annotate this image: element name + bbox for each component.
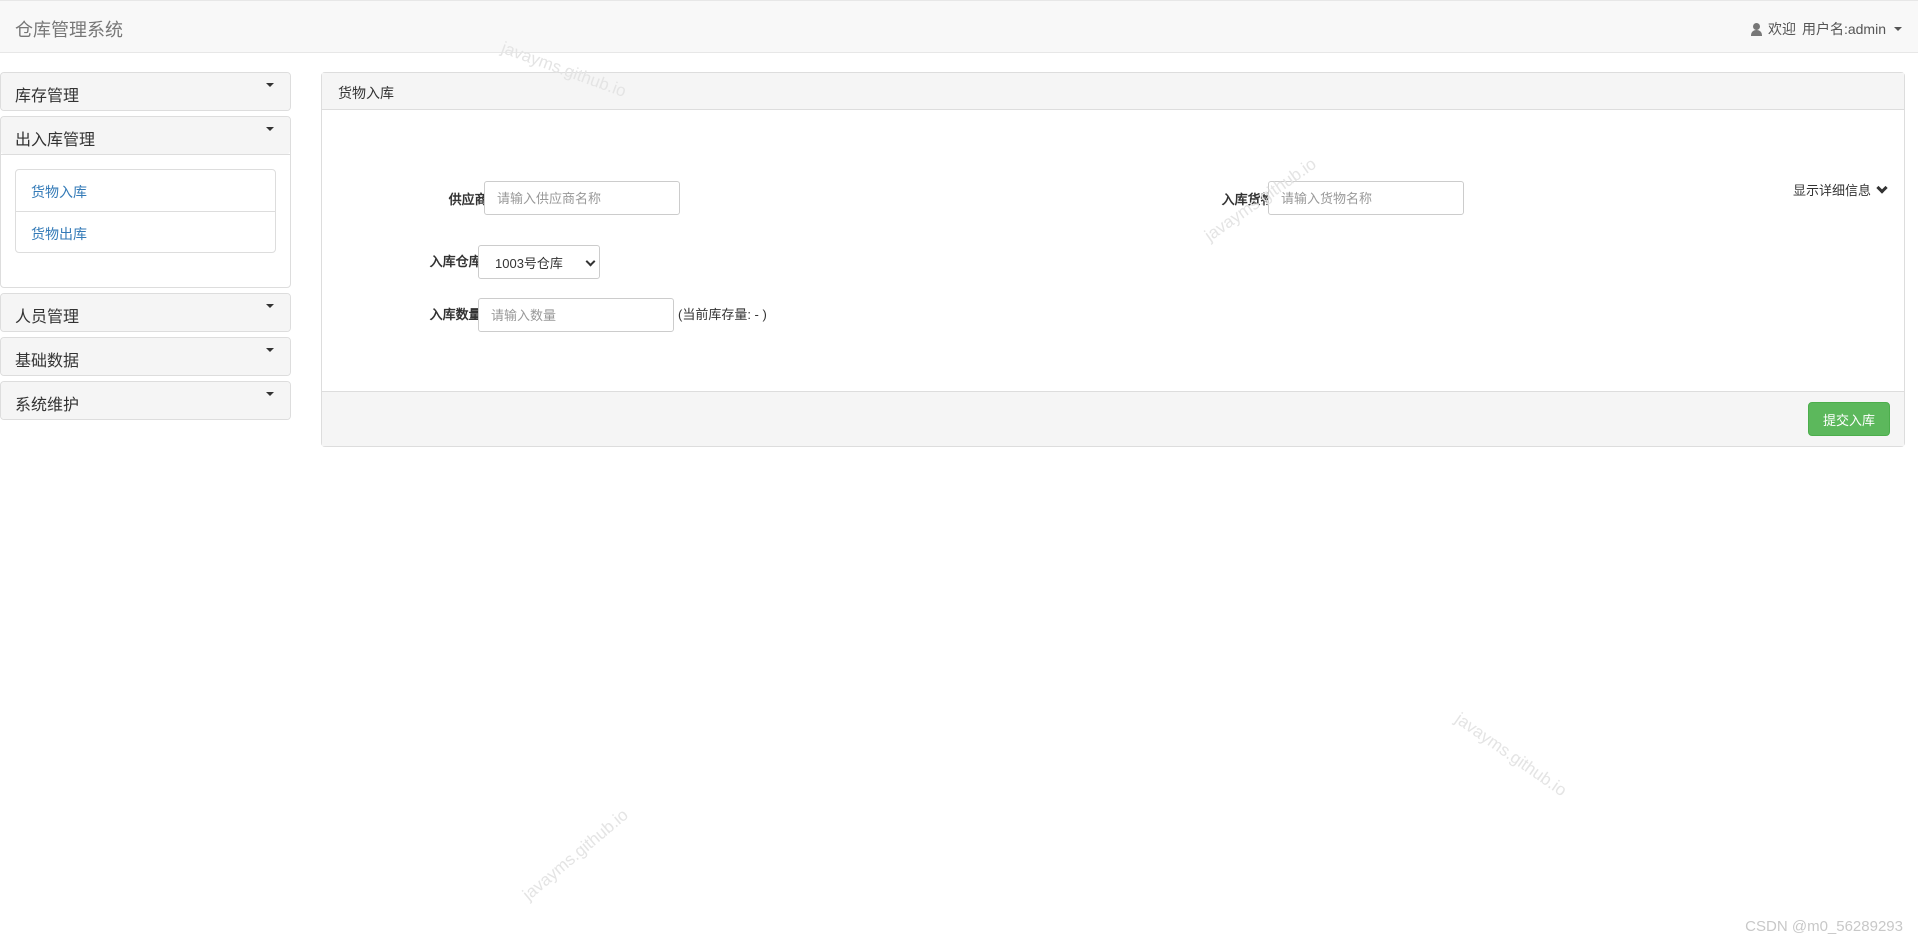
top-navbar: 仓库管理系统 欢迎 用户名:admin [0,0,1918,53]
sidebar-heading-basedata[interactable]: 基础数据 [1,338,290,375]
credit-watermark: CSDN @m0_56289293 [1745,918,1903,935]
sidebar-submenu: 货物入库 货物出库 [1,154,290,287]
username-text[interactable]: 用户名:admin [1802,19,1886,39]
chevron-down-icon [1876,181,1888,194]
watermark: javayms.github.io [1451,709,1571,801]
caret-down-icon [266,83,274,87]
user-icon [1750,22,1762,36]
sidebar-heading-label: 出入库管理 [15,132,96,149]
app-brand[interactable]: 仓库管理系统 [15,16,123,42]
sidebar-heading-label: 基础数据 [15,353,80,370]
goods-in-form: 供应商: 入库货物: 显示详细信息 入库仓库: 1003号仓库 入库数量: (当… [322,110,1904,392]
caret-down-icon [266,127,274,131]
supplier-input[interactable] [484,181,680,215]
warehouse-selected-value: 1003号仓库 [495,255,563,271]
sidebar-item-goods-in[interactable]: 货物入库 [16,170,275,211]
sidebar-item-goods-out[interactable]: 货物出库 [16,211,275,252]
sidebar: 库存管理 出入库管理 货物入库 货物出库 人员管理 基础数据 系统维护 [0,72,291,425]
warehouse-select[interactable]: 1003号仓库 [478,245,600,279]
sidebar-heading-label: 库存管理 [15,88,80,105]
warehouse-label: 入库仓库: [429,254,486,269]
caret-down-icon[interactable] [1894,27,1902,31]
show-details-toggle[interactable]: 显示详细信息 [1793,180,1888,199]
sidebar-heading-personnel[interactable]: 人员管理 [1,294,290,331]
caret-down-icon [266,348,274,352]
watermark: javayms.github.io [518,805,632,905]
sidebar-panel-system: 系统维护 [0,381,291,420]
chevron-down-icon [585,256,596,267]
caret-down-icon [266,304,274,308]
sidebar-heading-inout[interactable]: 出入库管理 [1,117,290,154]
sidebar-panel-basedata: 基础数据 [0,337,291,376]
submenu-list: 货物入库 货物出库 [15,169,276,253]
user-menu[interactable]: 欢迎 用户名:admin [1750,19,1902,39]
quantity-label: 入库数量: [429,307,486,322]
welcome-text: 欢迎 [1767,21,1796,37]
sidebar-panel-personnel: 人员管理 [0,293,291,332]
sidebar-heading-label: 系统维护 [15,397,80,414]
caret-down-icon [266,392,274,396]
sidebar-heading-inventory[interactable]: 库存管理 [1,73,290,110]
sidebar-heading-label: 人员管理 [15,309,80,326]
sidebar-panel-inout: 出入库管理 货物入库 货物出库 [0,116,291,288]
sidebar-panel-inventory: 库存管理 [0,72,291,111]
submit-in-button[interactable]: 提交入库 [1808,402,1890,436]
sidebar-heading-system[interactable]: 系统维护 [1,382,290,419]
current-stock-note: (当前库存量: - ) [678,307,767,322]
goods-in-panel: 货物入库 供应商: 入库货物: 显示详细信息 入库仓库: 1003号仓库 入库数… [321,72,1905,447]
show-details-label: 显示详细信息 [1792,183,1871,198]
supplier-label: 供应商: [448,192,492,207]
quantity-input[interactable] [478,298,674,332]
panel-footer: 提交入库 [322,391,1904,446]
